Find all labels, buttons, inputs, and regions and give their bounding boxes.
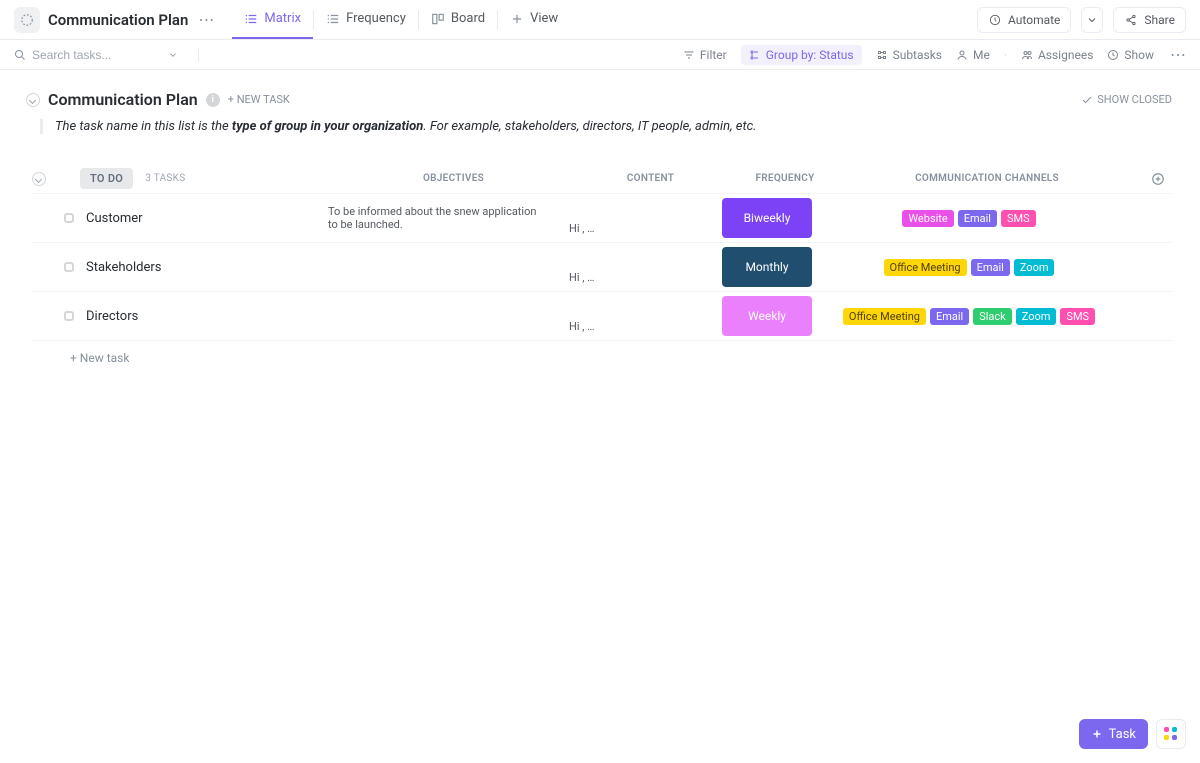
assignees-label: Assignees: [1038, 48, 1093, 62]
toolbar-right: Filter Group by: Status Subtasks Me · As…: [683, 45, 1186, 65]
desc-emph: type of group in your organization: [232, 119, 423, 134]
tab-label: View: [530, 11, 558, 26]
search-box[interactable]: [14, 48, 199, 62]
fab-label: Task: [1109, 727, 1136, 742]
automate-button[interactable]: Automate: [977, 7, 1071, 33]
info-icon[interactable]: i: [206, 93, 220, 107]
add-column-button[interactable]: [1144, 172, 1172, 186]
toolbar: Filter Group by: Status Subtasks Me · As…: [0, 40, 1200, 70]
cell-frequency[interactable]: Monthly: [722, 247, 812, 287]
tab-matrix[interactable]: Matrix: [232, 0, 313, 39]
tab-label: Matrix: [264, 11, 301, 26]
apps-fab[interactable]: [1156, 719, 1186, 749]
share-label: Share: [1144, 13, 1175, 27]
status-pill[interactable]: TO DO: [80, 168, 133, 189]
task-count: 3 tasks: [145, 173, 185, 184]
toolbar-more-icon[interactable]: ⋯: [1170, 45, 1186, 64]
status-checkbox[interactable]: [64, 262, 74, 272]
task-name[interactable]: Directors: [86, 309, 316, 324]
assignees-button[interactable]: Assignees: [1021, 48, 1093, 62]
channel-tag[interactable]: SMS: [1001, 210, 1036, 227]
task-name[interactable]: Customer: [86, 211, 316, 226]
fab-area: Task: [1079, 719, 1186, 749]
subtasks-label: Subtasks: [893, 48, 942, 62]
me-button[interactable]: Me: [956, 48, 990, 62]
page-title: Communication Plan: [48, 11, 188, 29]
task-row[interactable]: Directors Hi , … Weekly Office MeetingEm…: [32, 292, 1172, 341]
cell-content[interactable]: Hi , …: [555, 251, 710, 284]
filter-label: Filter: [700, 48, 727, 62]
group-label: Group by: Status: [766, 48, 854, 62]
channel-tag[interactable]: Website: [902, 210, 953, 227]
desc-pre: The task name in this list is the: [55, 119, 232, 134]
chevron-down-icon[interactable]: [168, 50, 178, 60]
list-header: Communication Plan i + New Task Show Clo…: [26, 90, 1186, 109]
tab-board[interactable]: Board: [419, 0, 497, 39]
sep-dot: ·: [1004, 48, 1007, 62]
channel-tag[interactable]: Zoom: [1016, 308, 1057, 325]
list-icon: [14, 7, 40, 33]
show-label: Show: [1124, 48, 1154, 62]
task-name[interactable]: Stakeholders: [86, 260, 316, 275]
col-frequency: Frequency: [740, 173, 830, 184]
subtasks-button[interactable]: Subtasks: [876, 48, 942, 62]
add-task-button[interactable]: + New task: [32, 341, 1172, 365]
task-row[interactable]: Stakeholders Hi , … Monthly Office Meeti…: [32, 243, 1172, 292]
desc-post: . For example, stakeholders, directors, …: [423, 119, 756, 134]
col-content: Content: [573, 173, 728, 184]
app-header: Communication Plan ⋯ Matrix Frequency Bo…: [0, 0, 1200, 40]
cell-content[interactable]: Hi , …: [555, 300, 710, 333]
channel-tag[interactable]: Email: [958, 210, 997, 227]
tab-label: Board: [451, 11, 485, 26]
tab-add-view[interactable]: View: [498, 0, 570, 39]
show-button[interactable]: Show: [1107, 48, 1154, 62]
status-group: TO DO 3 tasks Objectives Content Frequen…: [32, 164, 1172, 365]
task-row[interactable]: Customer To be informed about the snew a…: [32, 193, 1172, 243]
cell-channels: Website EmailSMS: [824, 210, 1114, 227]
status-checkbox[interactable]: [64, 311, 74, 321]
cell-content[interactable]: Hi , …: [555, 202, 710, 235]
view-tabs: Matrix Frequency Board View: [232, 0, 570, 39]
channel-tag[interactable]: Office Meeting: [843, 308, 926, 325]
header-actions: Automate Share: [977, 7, 1186, 33]
cell-frequency[interactable]: Weekly: [722, 296, 812, 336]
group-button[interactable]: Group by: Status: [741, 45, 862, 65]
cell-objectives[interactable]: To be informed about the snew applicatio…: [328, 205, 543, 231]
show-closed-label: Show Closed: [1097, 93, 1172, 106]
me-label: Me: [973, 48, 990, 62]
status-checkbox[interactable]: [64, 213, 74, 223]
new-task-button[interactable]: + New Task: [228, 93, 290, 106]
col-objectives: Objectives: [346, 173, 561, 184]
tab-label: Frequency: [346, 11, 406, 26]
automate-label: Automate: [1008, 13, 1060, 27]
group-collapse-icon[interactable]: [32, 172, 46, 186]
share-button[interactable]: Share: [1113, 7, 1186, 33]
list-description: The task name in this list is the type o…: [40, 119, 1186, 134]
channel-tag[interactable]: Email: [930, 308, 969, 325]
list-title: Communication Plan: [48, 90, 198, 109]
channel-tag[interactable]: SMS: [1060, 308, 1095, 325]
channel-tag[interactable]: Office Meeting: [884, 259, 967, 276]
col-channels: Communication Channels: [842, 173, 1132, 184]
filter-button[interactable]: Filter: [683, 48, 727, 62]
tab-frequency[interactable]: Frequency: [314, 0, 418, 39]
channel-tag[interactable]: Email: [971, 259, 1010, 276]
search-input[interactable]: [32, 48, 132, 62]
content-area: Communication Plan i + New Task Show Clo…: [0, 70, 1200, 365]
cell-channels: Office MeetingEmailSlackZoomSMS: [824, 308, 1114, 325]
channel-tag[interactable]: Slack: [973, 308, 1012, 325]
automate-chevron[interactable]: [1081, 7, 1103, 33]
create-task-fab[interactable]: Task: [1079, 719, 1148, 749]
group-header: TO DO 3 tasks Objectives Content Frequen…: [32, 164, 1172, 193]
show-closed-button[interactable]: Show Closed: [1081, 93, 1172, 106]
collapse-icon[interactable]: [26, 93, 40, 107]
cell-channels: Office MeetingEmailZoom: [824, 259, 1114, 276]
search-icon: [14, 49, 26, 61]
cell-frequency[interactable]: Biweekly: [722, 198, 812, 238]
channel-tag[interactable]: Zoom: [1014, 259, 1055, 276]
more-icon[interactable]: ⋯: [198, 10, 214, 29]
